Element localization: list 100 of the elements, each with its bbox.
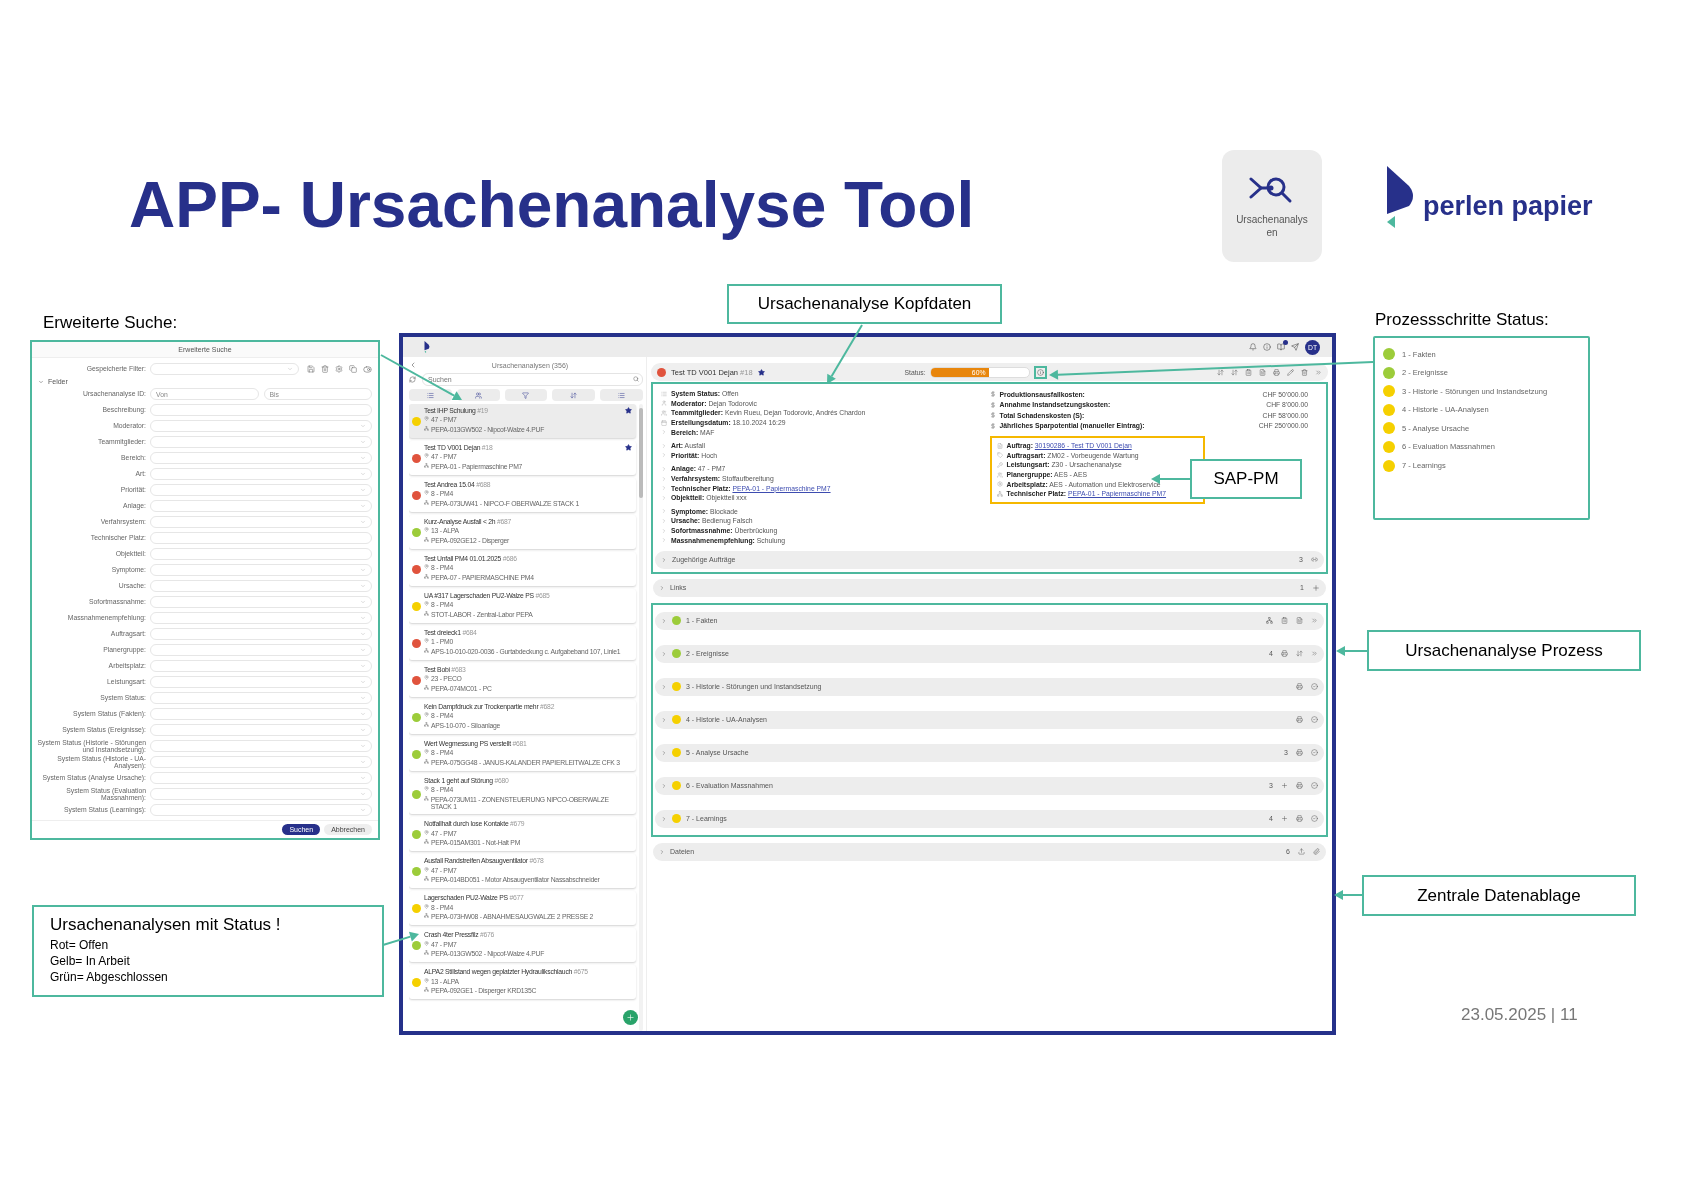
- chevron-down-icon: [360, 423, 366, 429]
- annotation-label: Prozessschritte Status:: [1375, 310, 1549, 329]
- pin-icon: [424, 527, 429, 533]
- network-icon: [424, 684, 429, 690]
- clipboard-icon[interactable]: [1281, 617, 1288, 625]
- clipboard-icon[interactable]: [1245, 368, 1252, 376]
- paperclip-icon[interactable]: [1313, 848, 1320, 856]
- printer-icon[interactable]: [1296, 683, 1303, 691]
- save-icon[interactable]: [307, 365, 315, 373]
- chevron-down-icon: [287, 366, 293, 372]
- chevron-right-icon: [659, 848, 665, 855]
- check-circle-icon[interactable]: [1311, 815, 1318, 823]
- chevron-down-icon: [360, 455, 366, 461]
- info-icon[interactable]: [1263, 343, 1271, 351]
- check-circle-icon[interactable]: [1311, 782, 1318, 790]
- double-chevron-icon[interactable]: [1315, 368, 1322, 376]
- trash-icon[interactable]: [1301, 368, 1308, 376]
- check-circle-icon[interactable]: [1311, 683, 1318, 691]
- trash-icon[interactable]: [321, 365, 329, 373]
- chevron-down-icon: [360, 791, 366, 797]
- filter-button[interactable]: [504, 389, 548, 401]
- sort-order-button[interactable]: [600, 389, 643, 401]
- callout-label: Ursachenanalyse Kopfdaten: [727, 284, 1002, 324]
- network-icon: [424, 912, 429, 918]
- chevron-right-icon: [661, 815, 667, 822]
- pin-icon: [424, 829, 429, 835]
- document-icon[interactable]: [1296, 617, 1303, 625]
- edit-icon[interactable]: [1287, 368, 1294, 376]
- printer-icon[interactable]: [1296, 782, 1303, 790]
- network-icon: [424, 986, 429, 992]
- chevron-down-icon: [38, 378, 44, 385]
- slide-title: APP- Ursachenanalyse Tool: [129, 168, 975, 242]
- chevron-right-icon: [659, 584, 665, 591]
- upload-icon[interactable]: [1298, 848, 1305, 856]
- double-chevron-icon[interactable]: [1311, 617, 1318, 625]
- add-button[interactable]: [623, 1010, 638, 1025]
- link-icon[interactable]: [1311, 556, 1318, 564]
- network-icon: [424, 610, 429, 616]
- callout-label: Zentrale Datenablage: [1362, 875, 1636, 916]
- app-logo: [423, 341, 431, 353]
- chevron-right-icon: [661, 617, 667, 624]
- sort-icon[interactable]: [1231, 368, 1238, 376]
- dollar-icon: [989, 412, 996, 419]
- pin-icon: [424, 712, 429, 718]
- check-circle-icon[interactable]: [1311, 749, 1318, 757]
- pointer-arrow: [1151, 474, 1191, 484]
- printer-icon[interactable]: [1296, 749, 1303, 757]
- printer-icon[interactable]: [1296, 815, 1303, 823]
- pin-icon: [424, 866, 429, 872]
- network-icon[interactable]: [1266, 617, 1273, 625]
- plus-icon[interactable]: [1281, 782, 1288, 790]
- network-icon: [424, 795, 429, 801]
- network-icon: [424, 499, 429, 505]
- info-button[interactable]: [1033, 365, 1047, 379]
- back-icon[interactable]: [409, 361, 417, 369]
- legend-text: Grün= Abgeschlossen: [50, 969, 169, 986]
- pin-icon: [424, 638, 429, 644]
- network-icon: [424, 425, 429, 431]
- advanced-search-button[interactable]: [456, 389, 500, 401]
- check-circle-icon[interactable]: [1311, 716, 1318, 724]
- dollar-icon: [989, 401, 996, 408]
- star-icon[interactable]: [625, 444, 632, 451]
- printer-icon[interactable]: [1281, 650, 1288, 658]
- dollar-icon: [989, 422, 996, 429]
- chevron-down-icon: [360, 567, 366, 573]
- chevron-down-icon: [360, 615, 366, 621]
- app-tile[interactable]: Ursachenanalysen: [1222, 150, 1322, 262]
- callout-label: SAP-PM: [1190, 459, 1302, 499]
- settings-icon[interactable]: [335, 365, 343, 373]
- legend-title: Ursachenanalysen mit Status !: [50, 915, 282, 935]
- toggle-icon[interactable]: [363, 364, 372, 374]
- plus-icon[interactable]: [1281, 815, 1288, 823]
- network-icon: [424, 949, 429, 955]
- chevron-right-icon: [661, 556, 667, 563]
- pointer-arrow: [1334, 890, 1363, 900]
- notebook-icon[interactable]: [1277, 343, 1285, 351]
- chevron-down-icon: [360, 711, 366, 717]
- document-icon[interactable]: [1259, 368, 1266, 376]
- refresh-icon[interactable]: [409, 376, 416, 383]
- chevron-down-icon: [360, 775, 366, 781]
- pin-icon: [424, 453, 429, 459]
- printer-icon[interactable]: [1273, 368, 1280, 376]
- send-icon[interactable]: [1291, 343, 1299, 351]
- printer-icon[interactable]: [1296, 716, 1303, 724]
- double-chevron-icon[interactable]: [1311, 650, 1318, 658]
- star-icon[interactable]: [625, 407, 632, 414]
- sort-icon[interactable]: [1217, 368, 1224, 376]
- dollar-icon: [989, 391, 996, 398]
- pin-icon: [424, 675, 429, 681]
- list-view-button[interactable]: [409, 389, 452, 401]
- chevron-right-icon: [661, 749, 667, 756]
- sort-button[interactable]: [552, 389, 596, 401]
- list-icon: [426, 391, 434, 399]
- list-icon: [618, 391, 626, 399]
- bell-icon[interactable]: [1249, 343, 1257, 351]
- star-icon[interactable]: [757, 368, 765, 376]
- sort-icon[interactable]: [1296, 650, 1303, 658]
- copy-icon[interactable]: [349, 365, 357, 373]
- sort-icon: [570, 391, 578, 399]
- plus-icon[interactable]: [1312, 583, 1320, 592]
